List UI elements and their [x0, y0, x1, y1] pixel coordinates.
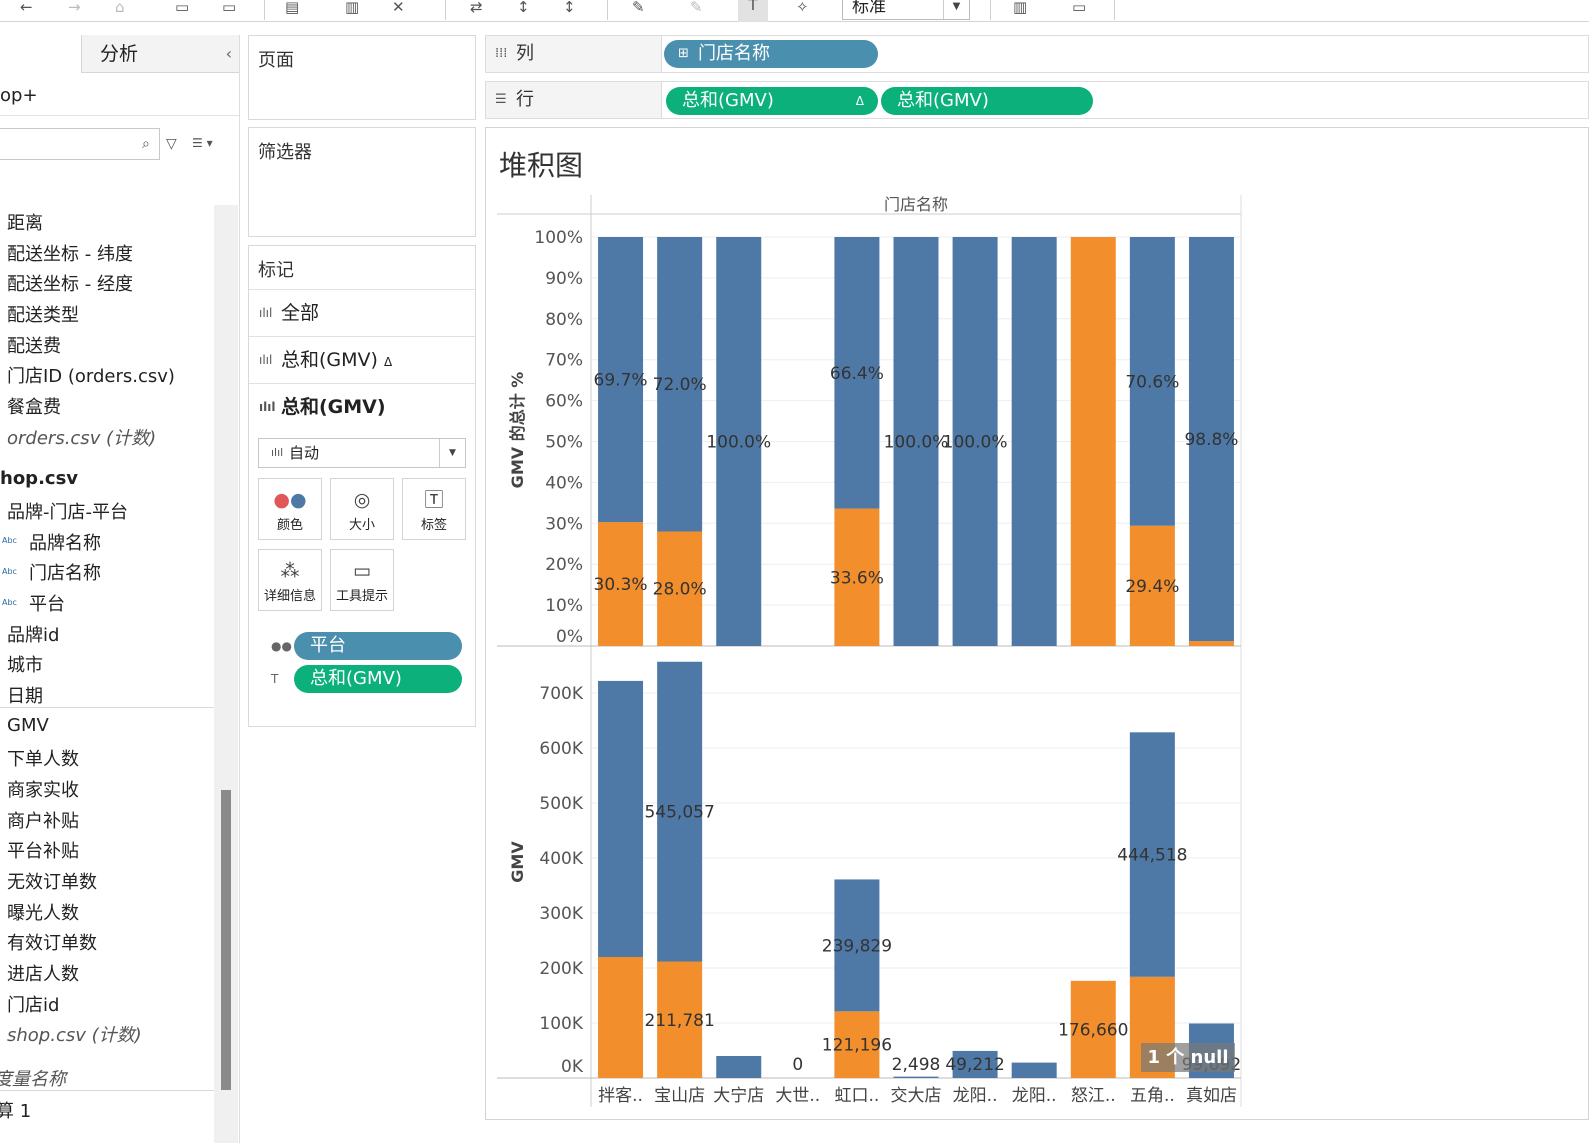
- x-tick-label: 五角..: [1130, 1086, 1175, 1106]
- x-tick-label: 大世..: [775, 1086, 820, 1106]
- y-axis-title: GMV: [508, 841, 527, 883]
- data-label: 28.0%: [653, 580, 707, 600]
- y-tick-label: 30%: [545, 514, 583, 534]
- data-label: 98.8%: [1184, 430, 1238, 450]
- x-tick-label: 虹口..: [835, 1086, 880, 1106]
- y-axis-title: GMV 的总计 %: [508, 372, 527, 489]
- x-tick-label: 真如店: [1186, 1086, 1237, 1106]
- data-label: 545,057: [644, 803, 714, 823]
- data-label: 100.0%: [706, 433, 771, 453]
- y-tick-label: 40%: [545, 473, 583, 493]
- data-label: 66.4%: [830, 364, 884, 384]
- data-label: 2,498: [892, 1055, 941, 1075]
- bar-segment-blue: [598, 680, 644, 957]
- bar-segment-blue: [716, 1056, 762, 1078]
- data-label: 30.3%: [594, 575, 648, 595]
- bar-segment-blue: [893, 1076, 939, 1078]
- data-label: 72.0%: [653, 375, 707, 395]
- bar-segment-orange: [598, 957, 644, 1078]
- column-header: 门店名称: [884, 195, 948, 214]
- data-label: 239,829: [822, 936, 892, 956]
- y-tick-label: 70%: [545, 351, 583, 371]
- y-tick-label: 0K: [561, 1057, 584, 1077]
- y-tick-label: 50%: [545, 433, 583, 453]
- x-tick-label: 怒江..: [1071, 1086, 1116, 1106]
- data-label: 33.6%: [830, 568, 884, 588]
- y-tick-label: 0%: [556, 627, 583, 647]
- y-tick-label: 20%: [545, 555, 583, 575]
- y-tick-label: 80%: [545, 310, 583, 330]
- y-tick-label: 600K: [539, 739, 583, 759]
- x-tick-label: 龙阳..: [1012, 1086, 1057, 1106]
- stacked-bar-chart[interactable]: 门店名称 0% 10% 20% 30% 40% 50% 60% 70% 80% 90% 100% GMV…: [0, 0, 1589, 1143]
- data-label: 121,196: [822, 1036, 892, 1056]
- data-label: 100.0%: [884, 433, 949, 453]
- y-tick-label: 200K: [539, 959, 583, 979]
- data-label: 100.0%: [943, 433, 1008, 453]
- bar-segment-orange: [1188, 641, 1234, 646]
- bar-segment-blue: [1011, 1062, 1057, 1078]
- x-tick-label: 宝山店: [654, 1086, 705, 1106]
- x-tick-label: 交大店: [891, 1086, 942, 1106]
- y-tick-label: 400K: [539, 849, 583, 869]
- y-tick-label: 300K: [539, 904, 583, 924]
- data-label: 444,518: [1117, 846, 1187, 866]
- data-label: 70.6%: [1125, 372, 1179, 392]
- y-tick-label: 100K: [539, 1014, 583, 1034]
- y-tick-label: 100%: [534, 228, 583, 248]
- y-tick-label: 500K: [539, 794, 583, 814]
- y-tick-label: 10%: [545, 596, 583, 616]
- data-label: 0: [792, 1055, 803, 1075]
- data-label: 29.4%: [1125, 577, 1179, 597]
- x-tick-label: 龙阳..: [953, 1086, 998, 1106]
- bar-segment-orange: [1070, 237, 1116, 646]
- y-tick-label: 90%: [545, 269, 583, 289]
- y-tick-label: 700K: [539, 684, 583, 704]
- data-label: 49,212: [945, 1055, 1004, 1075]
- null-indicator[interactable]: 1 个 null: [1141, 1043, 1235, 1072]
- y-tick-label: 60%: [545, 392, 583, 412]
- data-label: 69.7%: [594, 371, 648, 391]
- data-label: 211,781: [644, 1011, 714, 1031]
- bar-segment-blue: [1011, 237, 1057, 646]
- data-label: 176,660: [1058, 1020, 1128, 1040]
- x-tick-label: 拌客..: [598, 1086, 643, 1106]
- x-tick-label: 大宁店: [713, 1086, 764, 1106]
